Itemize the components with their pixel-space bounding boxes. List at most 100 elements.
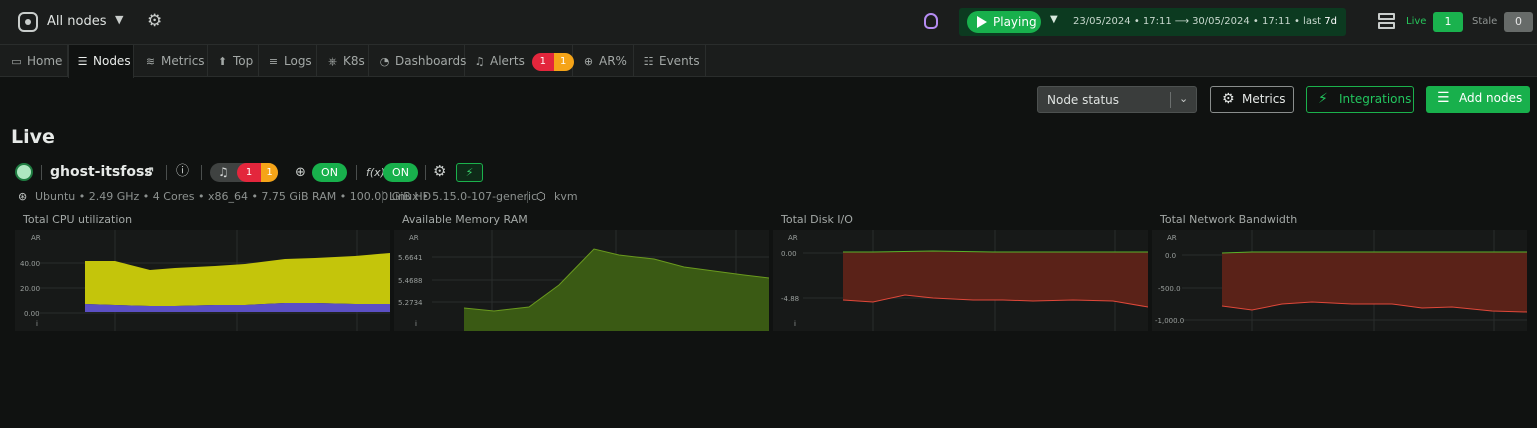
tab-k8s[interactable]: ⎈ K8s [317,45,369,77]
info-icon[interactable]: i [794,320,796,328]
ar-label: AR [31,234,41,242]
gear-icon: ⚙ [1222,91,1235,107]
stale-count-badge[interactable]: 0 [1504,12,1533,32]
stale-label: Stale [1472,16,1498,27]
gear-icon[interactable]: ⚙ [147,13,162,30]
tab-label: Dashboards [395,54,467,68]
tab-nodes[interactable]: ☰ Nodes [68,45,134,78]
arrow-up-icon: ⬆ [217,55,228,68]
arrow-right-icon: ⟶ [1174,16,1190,27]
tab-events[interactable]: ☷ Events [634,45,706,77]
tab-label: Events [659,54,700,68]
critical-alert-badge: 1 [237,163,261,182]
events-icon: ☷ [643,55,654,68]
date-range-picker[interactable]: 23/05/2024 • 17:11 ⟶ 30/05/2024 • 17:11 • … [1073,16,1337,27]
y-tick: 40.00 [20,260,41,268]
tab-dashboards[interactable]: ◔ Dashboards [369,45,467,77]
chevron-down-icon: ⌄ [1179,92,1189,105]
select-value: Node status [1047,93,1120,107]
nodes-icon: ☰ [77,55,88,68]
y-tick: -4.88 [781,295,800,303]
tab-label: Alerts [490,54,525,68]
node-alerts-pill[interactable]: ♫ 1 1 [210,163,278,182]
live-count-badge[interactable]: 1 [1433,12,1463,32]
last-value: 7d [1324,16,1337,27]
tab-bar: ▭ Home ☰ Nodes ≋ Metrics ⬆ Top ≡ Logs ⎈ K8s ◔ D… [0,45,1537,78]
lightbulb-icon[interactable] [924,13,938,29]
network-chart-plot [1182,230,1527,331]
monitor-icon: ▭ [11,55,22,68]
date-to: 30/05/2024 • 17:11 [1192,16,1291,27]
tab-label: Top [233,54,254,68]
chart-title: Total Network Bandwidth [1160,213,1298,226]
tab-home[interactable]: ▭ Home [0,45,68,77]
integrations-button[interactable]: ⚡ Integrations [1306,86,1414,113]
tab-label: Home [27,54,63,68]
button-label: Metrics [1242,92,1286,106]
bell-icon: ♫ [218,165,229,179]
chart-title: Total Disk I/O [781,213,853,226]
warning-alert-badge: 1 [261,163,278,182]
date-from: 23/05/2024 • 17:11 [1073,16,1172,27]
cpu-chart-plot [40,230,390,331]
os-info: Ubuntu • 2.49 GHz • 4 Cores • x86_64 • 7… [35,190,432,203]
cpu-chart[interactable]: AR 40.00 20.00 0.00 i [15,230,390,331]
info-icon[interactable]: ⓘ [176,165,189,179]
fx-toggle[interactable]: ON [383,163,418,182]
space-selector[interactable]: All nodes [47,14,106,29]
tab-top[interactable]: ⬆ Top [208,45,259,77]
bolt-slash-icon[interactable]: ⚡ [456,163,483,182]
kernel-info: Linux • 5.15.0-107-generic [389,190,538,203]
disk-io-chart[interactable]: AR 0.00 -4.88 i [773,230,1148,331]
memory-chart-plot [432,230,769,331]
info-icon[interactable]: i [415,320,417,328]
tab-alerts[interactable]: ♫ Alerts 11 [465,45,575,77]
nodes-icon: ☰ [1437,90,1450,106]
y-tick: 5.4688 [398,277,423,285]
tab-label: Nodes [93,54,131,68]
zoom-icon: ⊕ [583,55,594,68]
chevron-down-icon[interactable]: ▼ [1050,14,1058,25]
playing-button[interactable]: Playing [967,11,1041,33]
external-link-icon[interactable]: ↗ [144,165,155,179]
plug-icon: ⚡ [1318,91,1328,107]
warning-alert-badge: 1 [554,53,575,71]
metrics-icon: ≋ [145,55,156,68]
dashboard-icon: ◔ [379,55,390,68]
tab-metrics[interactable]: ≋ Metrics [134,45,208,77]
gear-icon[interactable]: ⚙ [433,164,446,179]
disk-io-chart-plot [803,230,1148,331]
tab-logs[interactable]: ≡ Logs [259,45,317,77]
y-tick: 20.00 [20,285,41,293]
button-label: Integrations [1339,92,1412,106]
y-tick: 0.00 [24,310,40,318]
k8s-icon: ⎈ [328,55,337,68]
button-label: Add nodes [1459,91,1523,105]
tab-label: Metrics [161,54,205,68]
chevron-down-icon[interactable]: ▼ [115,13,123,26]
zoom-icon: ⊕ [295,165,306,180]
space-icon[interactable] [18,12,38,32]
chart-title: Available Memory RAM [402,213,528,226]
top-bar: All nodes ▼ ⚙ Playing ▼ 23/05/2024 • 17:… [0,0,1537,45]
tab-label: K8s [343,54,365,68]
metrics-button[interactable]: ⚙ Metrics [1210,86,1294,113]
live-label: Live [1406,16,1427,27]
last-label: • last [1293,16,1322,27]
y-tick: 0.00 [781,250,797,258]
ar-toggle[interactable]: ON [312,163,347,182]
cube-icon: ⬡ [536,190,546,203]
add-nodes-button[interactable]: ☰ Add nodes [1426,86,1530,113]
node-status-select[interactable]: Node status ⌄ [1037,86,1197,113]
network-chart[interactable]: AR 0.0 -500.0 -1,000.0 [1152,230,1527,331]
memory-chart[interactable]: AR 5.6641 5.4688 5.2734 i [394,230,769,331]
info-icon[interactable]: i [36,320,38,328]
node-status-icon [15,163,33,181]
ar-label: AR [788,234,798,242]
critical-alert-badge: 1 [531,53,555,71]
bell-icon: ♫ [474,55,485,68]
tab-label: AR% [599,54,627,68]
tab-ar[interactable]: ⊕ AR% [573,45,634,77]
chart-title: Total CPU utilization [23,213,133,226]
node-name[interactable]: ghost-itsfoss [50,164,153,180]
